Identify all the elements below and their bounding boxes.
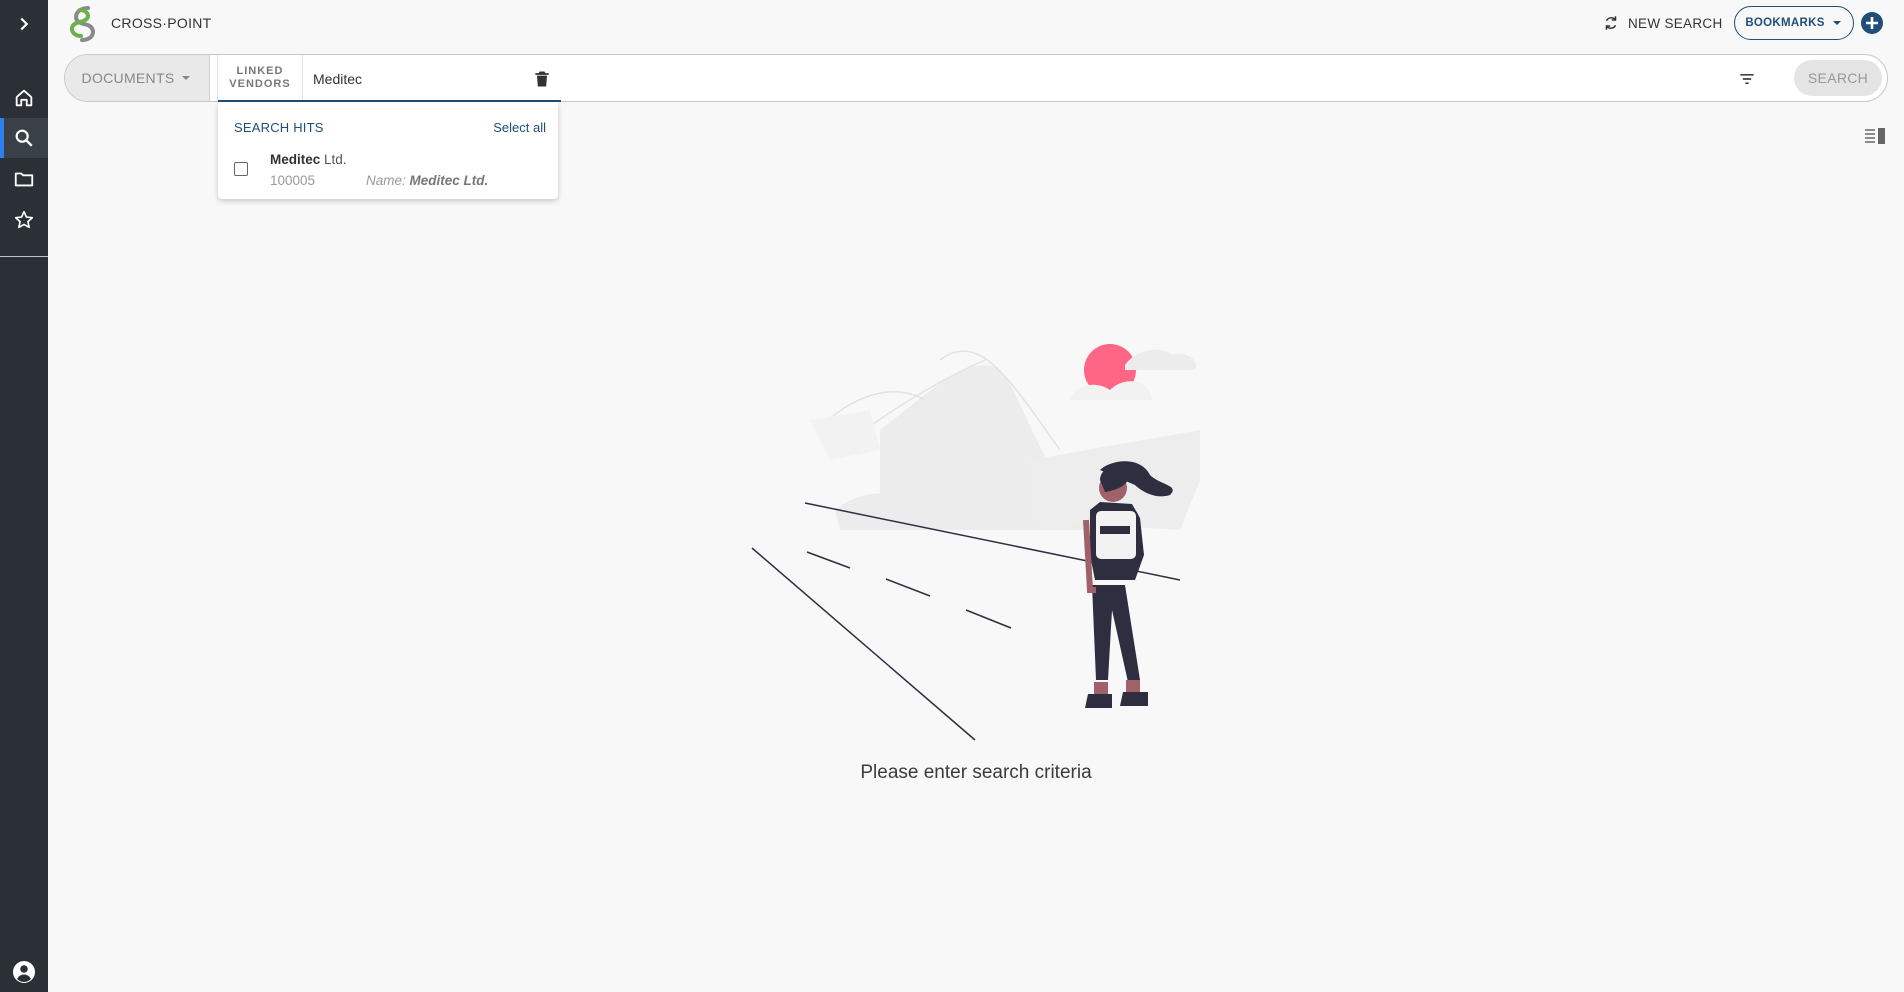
search-button[interactable]: SEARCH (1794, 60, 1882, 96)
field-label-line1: LINKED (236, 65, 284, 77)
caret-down-icon (1832, 21, 1841, 25)
caret-down-icon (182, 76, 191, 80)
view-toggle-icon[interactable] (1864, 126, 1886, 146)
active-indicator (0, 118, 4, 158)
empty-state-illustration (751, 344, 1200, 741)
sidebar-item-folder[interactable] (0, 159, 48, 199)
account-circle-icon[interactable] (12, 960, 36, 984)
star-icon (14, 210, 34, 229)
new-search-button[interactable]: NEW SEARCH (1602, 10, 1723, 36)
search-hits-dropdown: SEARCH HITS Select all Meditec Ltd. 1000… (218, 102, 558, 199)
cross-point-logo[interactable] (66, 4, 104, 44)
field-label-line2: VENDORS (229, 78, 291, 90)
field-label-linked-vendors: LINKED VENDORS (217, 55, 303, 101)
home-icon (15, 89, 33, 107)
sidebar-item-favorites[interactable] (0, 200, 48, 240)
hit-id: 100005 (270, 173, 316, 188)
app-title: CROSS·POINT (111, 15, 212, 31)
sidebar-item-home[interactable] (0, 78, 48, 118)
new-search-label: NEW SEARCH (1628, 15, 1723, 31)
add-bookmark-button[interactable] (1860, 11, 1884, 35)
sidebar-item-search[interactable] (0, 118, 48, 158)
bookmarks-button[interactable]: BOOKMARKS (1734, 6, 1854, 40)
hit-match-value: Meditec Ltd. (409, 173, 489, 188)
select-all-link[interactable]: Select all (493, 120, 546, 135)
hit-name-match: Meditec (270, 152, 321, 167)
document-type-label: DOCUMENTS (81, 70, 175, 86)
search-hits-title: SEARCH HITS (234, 120, 324, 135)
sidebar (0, 0, 48, 992)
empty-state-message: Please enter search criteria (860, 762, 1092, 783)
bookmarks-label: BOOKMARKS (1745, 17, 1825, 29)
trash-icon[interactable] (532, 69, 552, 89)
hit-name: Meditec Ltd. (270, 152, 347, 167)
filter-icon[interactable] (1737, 69, 1757, 89)
folder-icon (14, 172, 34, 187)
search-input[interactable] (311, 63, 515, 95)
hit-match-detail: Name: Meditec Ltd. (366, 173, 488, 188)
expand-sidebar-button[interactable] (0, 4, 48, 44)
hit-match-prefix: Name: (366, 173, 410, 188)
document-type-select[interactable]: DOCUMENTS (65, 55, 210, 101)
hit-name-rest: Ltd. (320, 152, 347, 167)
search-bar: DOCUMENTS LINKED VENDORS SEARCH (64, 54, 1888, 102)
top-bar: CROSS·POINT NEW SEARCH BOOKMARKS (48, 0, 1904, 46)
hit-checkbox[interactable] (234, 162, 248, 176)
sidebar-divider (0, 256, 48, 257)
refresh-icon (1605, 16, 1617, 30)
search-icon (15, 129, 33, 147)
chevron-right-icon (20, 17, 29, 31)
